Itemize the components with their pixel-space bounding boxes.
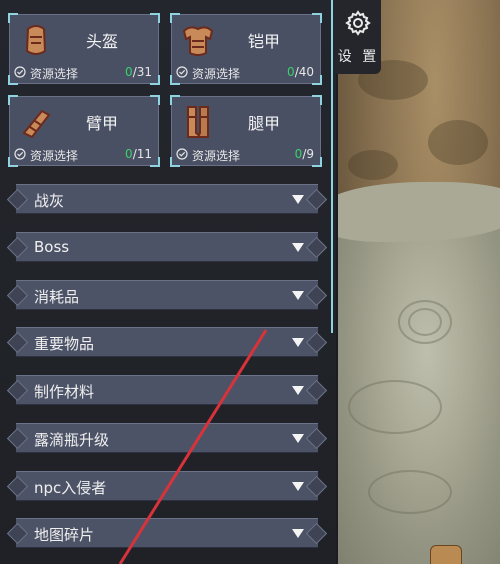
category-label: 制作材料 <box>34 383 95 401</box>
gear-icon <box>345 10 371 36</box>
category-label: 战灰 <box>34 192 65 210</box>
chevron-down-icon <box>292 291 304 300</box>
category-label: 消耗品 <box>34 288 80 306</box>
equipment-card-chest[interactable]: 铠甲 资源选择 0/40 <box>170 13 322 85</box>
resource-select-label: 资源选择 <box>30 149 79 163</box>
resource-select-label: 资源选择 <box>192 149 241 163</box>
check-circle-icon <box>14 148 26 160</box>
settings-button[interactable]: 设 置 <box>336 0 381 74</box>
category-label: 重要物品 <box>34 335 95 353</box>
category-row-consumables[interactable]: 消耗品 <box>6 280 328 310</box>
equipment-card-legs[interactable]: 腿甲 资源选择 0/9 <box>170 95 322 167</box>
resource-panel: 头盔 资源选择 0/31 铠甲 资源选择 0/40 臂甲 资源选择 0/11 腿… <box>0 0 336 564</box>
resource-select[interactable]: 资源选择 0/40 <box>176 65 316 81</box>
chevron-down-icon <box>292 386 304 395</box>
resource-select[interactable]: 资源选择 0/11 <box>14 147 154 163</box>
check-circle-icon <box>176 148 188 160</box>
category-row-map-fragments[interactable]: 地图碎片 <box>6 518 328 548</box>
category-label: npc入侵者 <box>34 479 107 497</box>
equipment-card-helmet[interactable]: 头盔 资源选择 0/31 <box>8 13 160 85</box>
world-map[interactable] <box>338 0 500 564</box>
helmet-icon <box>25 25 47 55</box>
equipment-name: 腿甲 <box>247 114 280 133</box>
category-row-ashes-of-war[interactable]: 战灰 <box>6 184 328 214</box>
chevron-down-icon <box>292 434 304 443</box>
chevron-down-icon <box>292 243 304 252</box>
resource-select-label: 资源选择 <box>192 67 241 81</box>
settings-label: 设 置 <box>337 49 380 65</box>
gauntlet-icon <box>22 109 51 139</box>
collection-count: 0/11 <box>125 147 152 161</box>
collection-count: 0/40 <box>287 65 314 79</box>
greaves-icon <box>187 106 209 138</box>
collection-count: 0/9 <box>294 147 314 161</box>
equipment-name: 头盔 <box>85 32 118 51</box>
check-circle-icon <box>14 66 26 78</box>
equipment-name: 臂甲 <box>85 114 118 133</box>
category-row-npc-invaders[interactable]: npc入侵者 <box>6 471 328 501</box>
chevron-down-icon <box>292 529 304 538</box>
chevron-down-icon <box>292 195 304 204</box>
equipment-name: 铠甲 <box>247 32 280 51</box>
equipment-card-arms[interactable]: 臂甲 资源选择 0/11 <box>8 95 160 167</box>
resource-select-label: 资源选择 <box>30 67 79 81</box>
chevron-down-icon <box>292 338 304 347</box>
chest-armor-icon <box>182 26 214 56</box>
check-circle-icon <box>176 66 188 78</box>
category-row-key-items[interactable]: 重要物品 <box>6 327 328 357</box>
chevron-down-icon <box>292 482 304 491</box>
category-row-flask-upgrades[interactable]: 露滴瓶升级 <box>6 423 328 453</box>
category-row-crafting-materials[interactable]: 制作材料 <box>6 375 328 405</box>
map-marker[interactable] <box>430 545 462 564</box>
category-row-boss[interactable]: Boss <box>6 232 328 262</box>
category-label: 露滴瓶升级 <box>34 431 110 449</box>
resource-select[interactable]: 资源选择 0/9 <box>176 147 316 163</box>
resource-select[interactable]: 资源选择 0/31 <box>14 65 154 81</box>
map-lake <box>338 182 500 564</box>
category-label: 地图碎片 <box>34 526 95 544</box>
category-label: Boss <box>34 238 70 256</box>
collection-count: 0/31 <box>125 65 152 79</box>
